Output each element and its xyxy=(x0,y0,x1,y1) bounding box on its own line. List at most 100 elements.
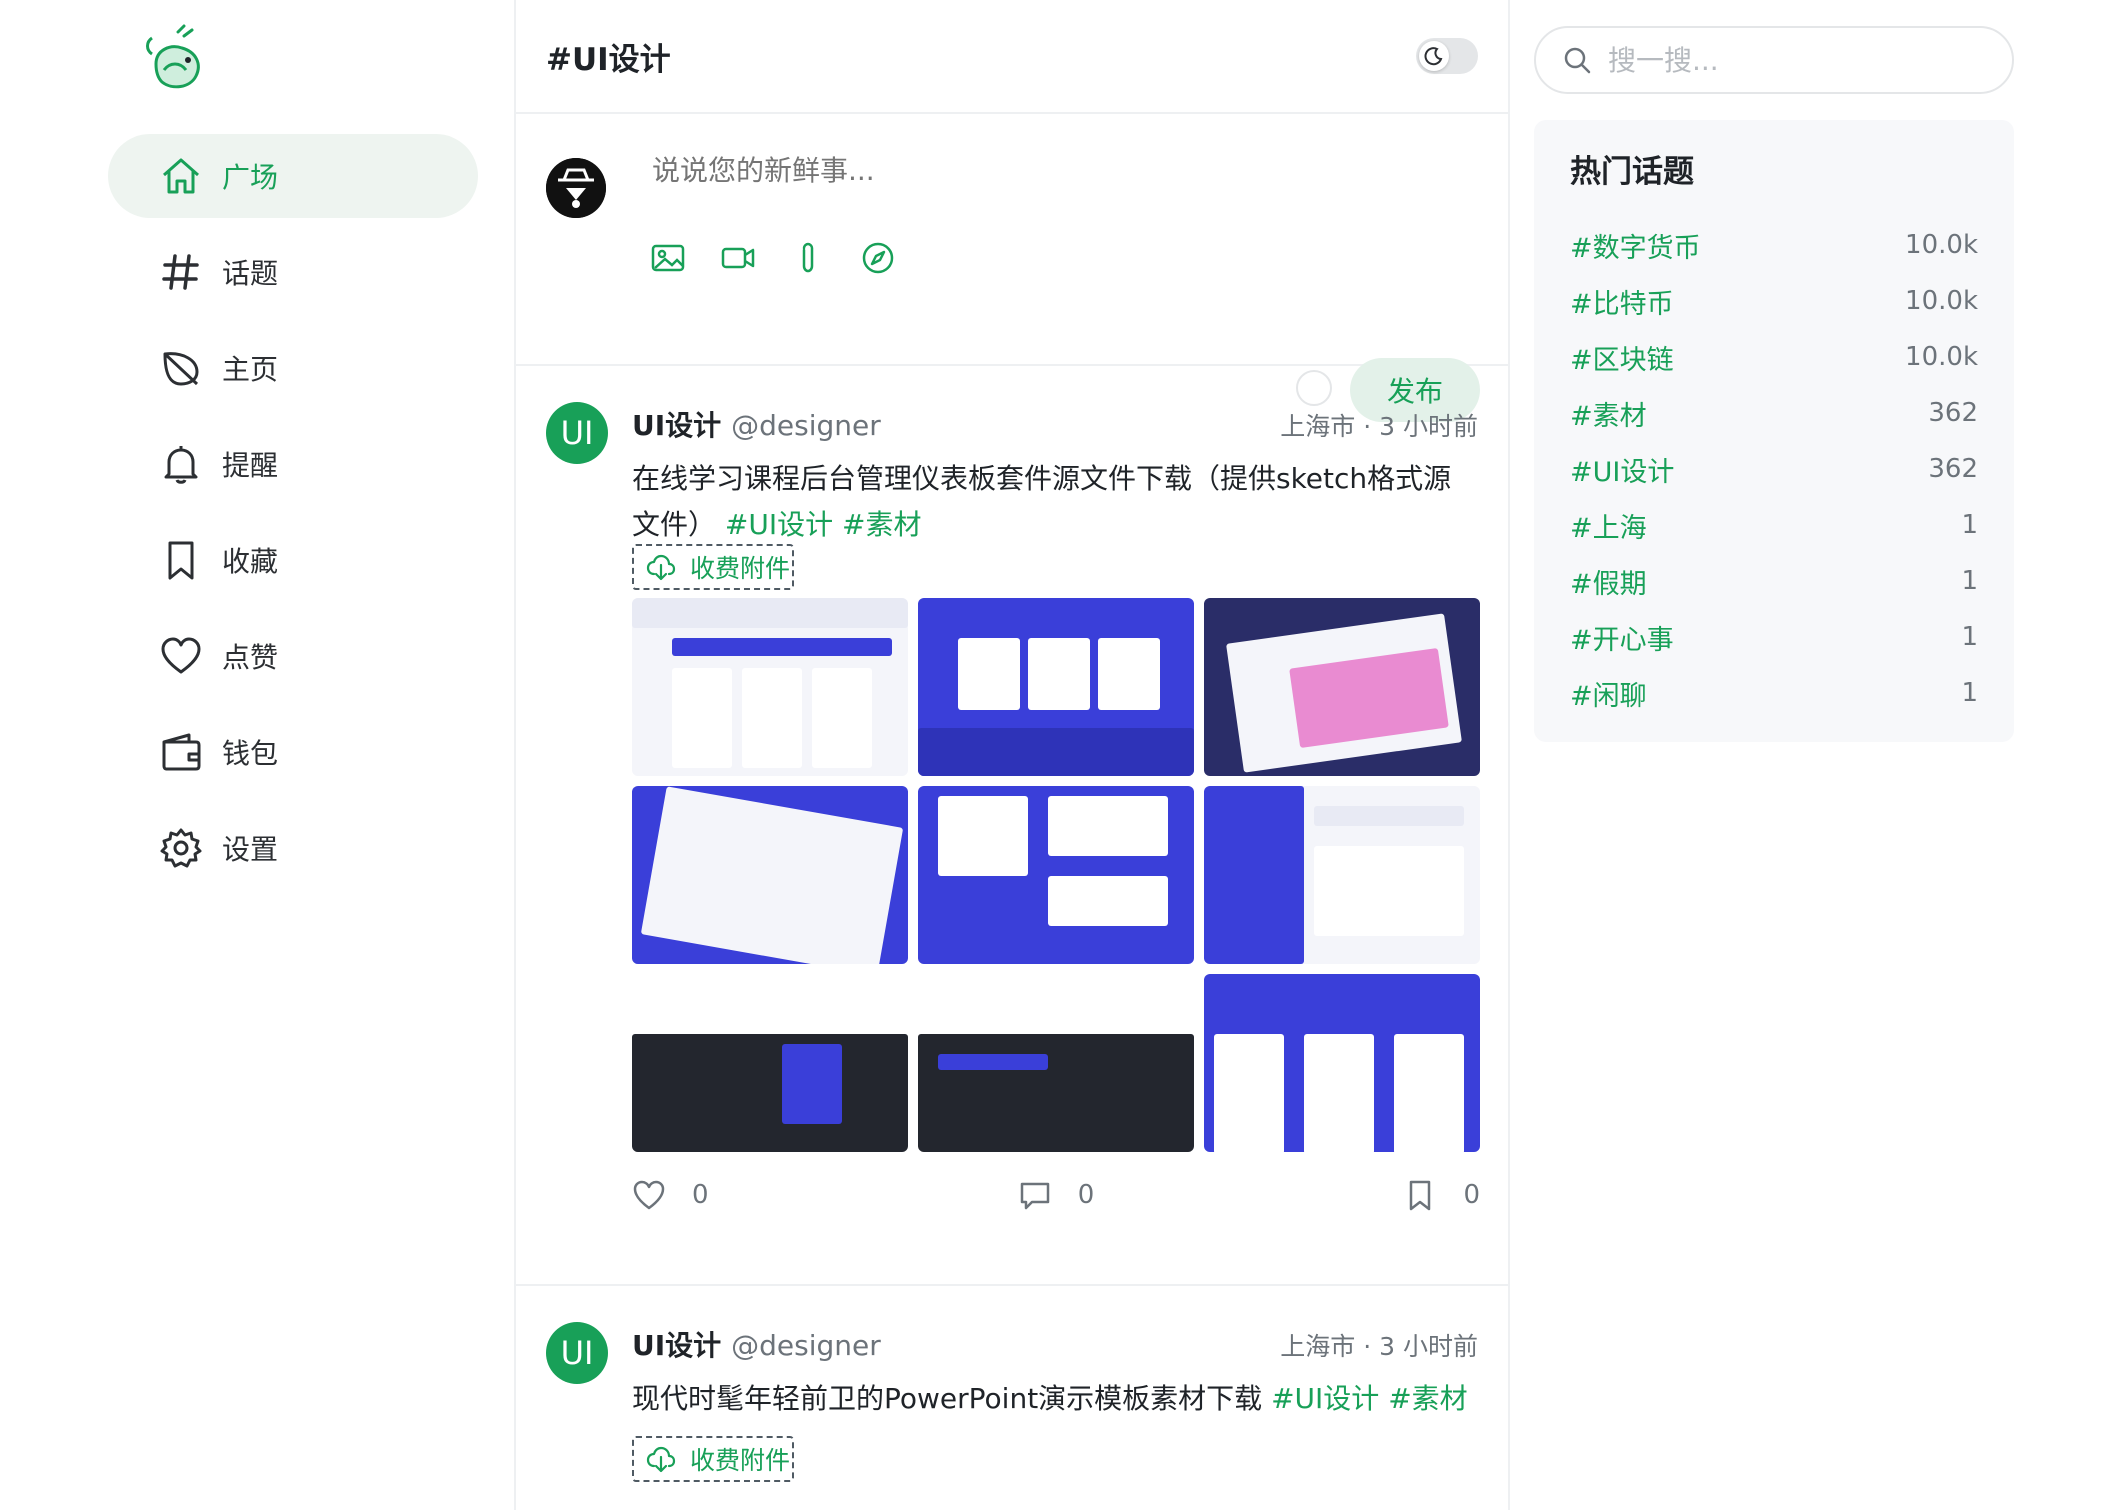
topic-item[interactable]: #上海 1 xyxy=(1570,497,1978,553)
post-avatar[interactable]: UI xyxy=(546,1322,608,1384)
topic-name[interactable]: #假期 xyxy=(1570,562,1647,601)
nav-item-square[interactable]: 广场 xyxy=(108,134,478,218)
leaf-icon xyxy=(158,345,204,391)
topic-name[interactable]: #素材 xyxy=(1570,394,1647,433)
post-tag[interactable]: #素材 xyxy=(1388,1382,1467,1415)
post-tag[interactable]: #UI设计 xyxy=(1271,1382,1379,1415)
topic-item[interactable]: #UI设计 362 xyxy=(1570,441,1978,497)
image-thumbnail[interactable] xyxy=(632,974,908,1152)
topic-name[interactable]: #区块链 xyxy=(1570,338,1674,377)
nav-item-home[interactable]: 主页 xyxy=(108,326,478,410)
feed-header: #UI设计 xyxy=(516,0,1508,114)
topic-item[interactable]: #区块链 10.0k xyxy=(1570,329,1978,385)
bookmark-icon xyxy=(1410,1180,1431,1211)
nav-item-wallet[interactable]: 钱包 xyxy=(108,710,478,794)
nav-label: 话题 xyxy=(222,257,279,290)
topic-item[interactable]: #数字货币 10.0k xyxy=(1570,217,1978,273)
image-thumbnail[interactable] xyxy=(918,786,1194,964)
hot-topics-title: 热门话题 xyxy=(1570,154,1694,190)
topic-item[interactable]: #闲聊 1 xyxy=(1570,665,1978,721)
gear-icon xyxy=(158,825,204,871)
image-icon[interactable] xyxy=(648,238,688,278)
moon-icon xyxy=(1419,41,1449,71)
compass-icon[interactable] xyxy=(858,238,898,278)
page-title: #UI设计 xyxy=(546,41,671,78)
right-sidebar: 热门话题 #数字货币 10.0k #比特币 10.0k #区块链 10.0k #素材 3… xyxy=(1510,0,2126,1510)
main-nav: 广场 话题 主页 提醒 收藏 点赞 钱包 设置 xyxy=(108,134,478,902)
post-username[interactable]: @designer xyxy=(731,1329,881,1362)
topic-count: 10.0k xyxy=(1905,230,1978,260)
topic-name[interactable]: #上海 xyxy=(1570,506,1647,545)
post-card: UI UI设计 @designer 上海市 · 3 小时前 现代时髦年轻前卫的Po… xyxy=(516,1286,1508,1510)
post-tag[interactable]: #UI设计 xyxy=(725,508,833,541)
post-card: UI UI设计 @designer 上海市 · 3 小时前 在线学习课程后台管理仪… xyxy=(516,366,1508,1286)
topic-item[interactable]: #假期 1 xyxy=(1570,553,1978,609)
attachment-label: 收费附件 xyxy=(690,1446,791,1475)
post-avatar[interactable]: UI xyxy=(546,402,608,464)
topic-count: 1 xyxy=(1961,678,1978,708)
theme-toggle[interactable] xyxy=(1416,38,1478,74)
post-tag[interactable]: #素材 xyxy=(842,508,921,541)
topic-name[interactable]: #比特币 xyxy=(1570,282,1674,321)
image-thumbnail[interactable] xyxy=(632,786,908,964)
topic-item[interactable]: #开心事 1 xyxy=(1570,609,1978,665)
image-thumbnail[interactable] xyxy=(1204,598,1480,776)
topic-item[interactable]: #比特币 10.0k xyxy=(1570,273,1978,329)
heart-icon xyxy=(633,1180,665,1210)
wallet-icon xyxy=(158,729,204,775)
collect-button[interactable]: 0 xyxy=(1403,1178,1480,1212)
topic-name[interactable]: #闲聊 xyxy=(1570,674,1647,713)
post-actions: 0 0 0 xyxy=(632,1178,1480,1212)
user-avatar[interactable] xyxy=(546,158,606,218)
search-box[interactable] xyxy=(1534,26,2014,94)
topic-count: 1 xyxy=(1961,566,1978,596)
topic-count: 1 xyxy=(1961,622,1978,652)
topic-name[interactable]: #UI设计 xyxy=(1570,450,1674,489)
post-author-name[interactable]: UI设计 xyxy=(632,1329,721,1362)
topic-name[interactable]: #开心事 xyxy=(1570,618,1674,657)
image-thumbnail[interactable] xyxy=(1204,974,1480,1152)
paid-attachment-button[interactable]: 收费附件 xyxy=(632,544,794,590)
main-feed: #UI设计 发布 UI xyxy=(514,0,1510,1510)
post-composer: 发布 xyxy=(516,114,1508,422)
collect-count: 0 xyxy=(1463,1180,1480,1210)
logo-icon[interactable] xyxy=(144,24,214,96)
topic-count: 10.0k xyxy=(1905,286,1978,316)
paid-attachment-button[interactable]: 收费附件 xyxy=(632,1436,794,1482)
like-button[interactable]: 0 xyxy=(632,1178,709,1212)
nav-label: 点赞 xyxy=(222,641,279,674)
topic-name[interactable]: #数字货币 xyxy=(1570,226,1701,265)
image-thumbnail[interactable] xyxy=(632,598,908,776)
nav-label: 收藏 xyxy=(222,545,279,578)
image-thumbnail[interactable] xyxy=(1204,786,1480,964)
cloud-download-icon xyxy=(646,1446,676,1473)
post-username[interactable]: @designer xyxy=(731,409,881,442)
nav-item-favorites[interactable]: 收藏 xyxy=(108,518,478,602)
attachment-icon[interactable] xyxy=(788,238,828,278)
image-thumbnail[interactable] xyxy=(918,974,1194,1152)
home-icon xyxy=(158,153,204,199)
hash-icon xyxy=(158,249,204,295)
compose-input[interactable] xyxy=(652,154,1292,187)
post-content: 现代时髦年轻前卫的PowerPoint演示模板素材下载 #UI设计 #素材 xyxy=(632,1376,1478,1422)
bookmark-icon xyxy=(158,537,204,583)
nav-item-settings[interactable]: 设置 xyxy=(108,806,478,890)
comment-icon xyxy=(1020,1182,1049,1210)
topic-count: 362 xyxy=(1928,398,1978,428)
comment-count: 0 xyxy=(1077,1180,1095,1210)
image-grid xyxy=(632,598,1480,1152)
comment-button[interactable]: 0 xyxy=(1018,1178,1095,1212)
topic-item[interactable]: #素材 362 xyxy=(1570,385,1978,441)
heart-icon xyxy=(158,633,204,679)
post-header: UI设计 @designer 上海市 · 3 小时前 xyxy=(632,404,1478,444)
nav-item-likes[interactable]: 点赞 xyxy=(108,614,478,698)
post-text: 现代时髦年轻前卫的PowerPoint演示模板素材下载 xyxy=(632,1382,1263,1415)
search-input[interactable] xyxy=(1608,43,1968,77)
image-thumbnail[interactable] xyxy=(918,598,1194,776)
post-author-name[interactable]: UI设计 xyxy=(632,409,721,442)
post-content: 在线学习课程后台管理仪表板套件源文件下载（提供sketch格式源文件） #UI设… xyxy=(632,456,1478,548)
nav-item-notifications[interactable]: 提醒 xyxy=(108,422,478,506)
video-icon[interactable] xyxy=(718,238,758,278)
topic-count: 1 xyxy=(1961,510,1978,540)
nav-item-topics[interactable]: 话题 xyxy=(108,230,478,314)
